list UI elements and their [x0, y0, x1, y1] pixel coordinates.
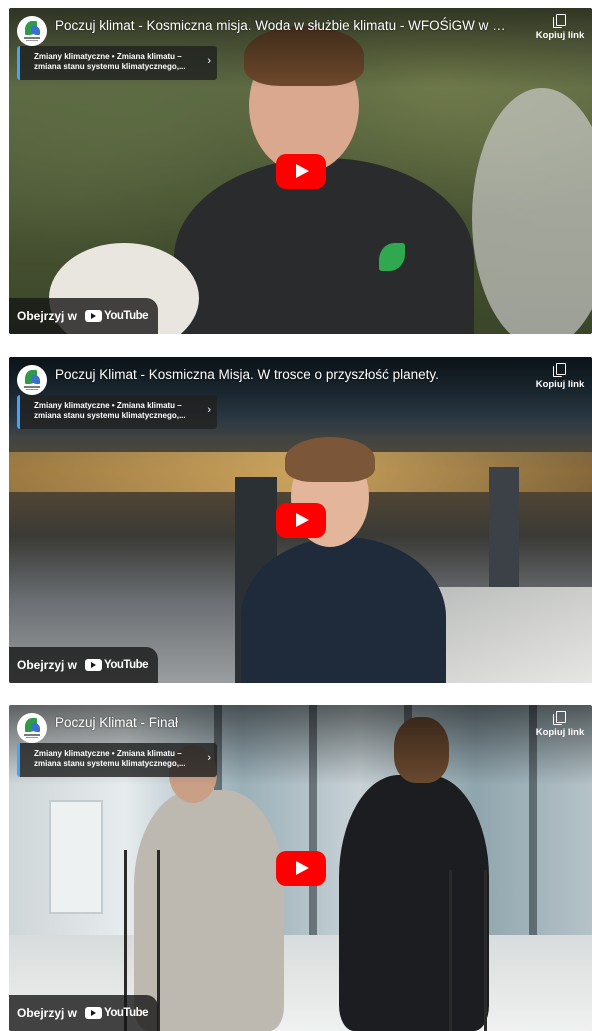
copy-link-button[interactable]: Kopiuj link — [532, 363, 588, 390]
logo-leaf-blue — [31, 375, 40, 384]
watch-on-label: Obejrzyj w — [17, 658, 78, 672]
logo-text-line-2 — [26, 389, 38, 390]
person-hair — [285, 437, 375, 482]
copy-link-label: Kopiuj link — [535, 30, 585, 41]
logo-text-line — [24, 734, 40, 736]
copy-link-icon — [553, 711, 567, 725]
youtube-wordmark: YouTube — [104, 310, 149, 322]
youtube-logo-icon — [85, 659, 103, 671]
playlist-line-2: zmiana stanu systemu klimatycznego,... — [34, 411, 186, 420]
playlist-chip[interactable]: Zmiany klimatyczne • Zmiana klimatu – zm… — [17, 395, 217, 429]
channel-avatar[interactable] — [17, 16, 47, 46]
logo-leaf-blue — [31, 26, 40, 35]
youtube-wordmark: YouTube — [104, 659, 149, 671]
copy-link-button[interactable]: Kopiuj link — [532, 14, 588, 41]
video-embed-1[interactable]: Poczuj klimat - Kosmiczna misja. Woda w … — [9, 8, 592, 334]
video-title[interactable]: Poczuj klimat - Kosmiczna misja. Woda w … — [55, 17, 512, 35]
poster-stand — [49, 800, 103, 914]
copy-link-button[interactable]: Kopiuj link — [532, 711, 588, 738]
play-button[interactable] — [275, 154, 326, 189]
chevron-right-icon: › — [207, 752, 211, 764]
channel-avatar[interactable] — [17, 713, 47, 743]
watch-on-youtube-button[interactable]: Obejrzyj w YouTube — [9, 298, 159, 334]
playlist-line-2: zmiana stanu systemu klimatycznego,... — [34, 759, 186, 768]
play-button[interactable] — [275, 851, 326, 886]
copy-link-icon — [553, 363, 567, 377]
foreground-blur — [472, 88, 592, 334]
logo-text-line — [24, 37, 40, 39]
play-button[interactable] — [275, 503, 326, 538]
video-embed-3[interactable]: Poczuj Klimat - Finał Kopiuj link Zmiany… — [9, 705, 592, 1031]
watch-on-youtube-button[interactable]: Obejrzyj w YouTube — [9, 647, 159, 683]
logo-text-line — [24, 386, 40, 388]
logo-text-line-2 — [26, 40, 38, 41]
logo-text-line-2 — [26, 737, 38, 738]
copy-link-label: Kopiuj link — [535, 727, 585, 738]
stool — [449, 870, 487, 1031]
playlist-chip[interactable]: Zmiany klimatyczne • Zmiana klimatu – zm… — [17, 743, 217, 777]
chevron-right-icon: › — [207, 404, 211, 416]
chevron-right-icon: › — [207, 55, 211, 67]
play-icon — [295, 513, 309, 527]
playlist-line-1: Zmiany klimatyczne • Zmiana klimatu – — [34, 401, 182, 410]
video-title[interactable]: Poczuj Klimat - Finał — [55, 714, 512, 732]
watch-on-label: Obejrzyj w — [17, 1006, 78, 1020]
youtube-wordmark: YouTube — [104, 1007, 149, 1019]
play-icon — [295, 164, 309, 178]
youtube-logo: YouTube — [85, 659, 149, 671]
playlist-line-1: Zmiany klimatyczne • Zmiana klimatu – — [34, 749, 182, 758]
video-embed-2[interactable]: Poczuj Klimat - Kosmiczna Misja. W trosc… — [9, 357, 592, 683]
channel-avatar[interactable] — [17, 365, 47, 395]
watch-on-youtube-button[interactable]: Obejrzyj w YouTube — [9, 995, 159, 1031]
play-icon — [295, 861, 309, 875]
video-title[interactable]: Poczuj Klimat - Kosmiczna Misja. W trosc… — [55, 366, 512, 384]
playlist-chip[interactable]: Zmiany klimatyczne • Zmiana klimatu – zm… — [17, 46, 217, 80]
copy-link-icon — [553, 14, 567, 28]
playlist-line-1: Zmiany klimatyczne • Zmiana klimatu – — [34, 52, 182, 61]
youtube-logo: YouTube — [85, 310, 149, 322]
person-figure — [241, 537, 446, 683]
youtube-logo-icon — [85, 1007, 103, 1019]
youtube-logo-icon — [85, 310, 103, 322]
watch-on-label: Obejrzyj w — [17, 309, 78, 323]
youtube-logo: YouTube — [85, 1007, 149, 1019]
logo-leaf-blue — [31, 723, 40, 732]
copy-link-label: Kopiuj link — [535, 379, 585, 390]
playlist-line-2: zmiana stanu systemu klimatycznego,... — [34, 62, 186, 71]
